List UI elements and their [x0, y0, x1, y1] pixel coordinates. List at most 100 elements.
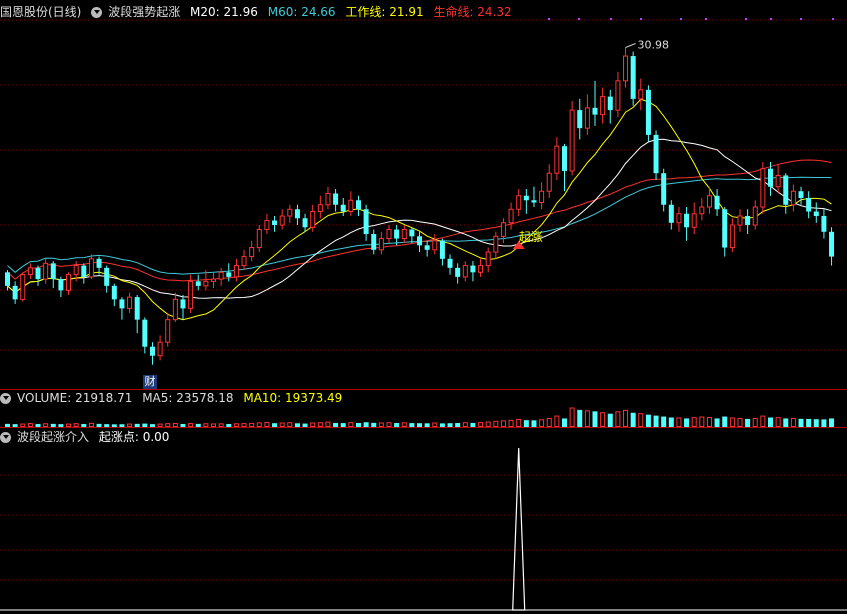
- candle-body: [279, 215, 285, 226]
- volume-bar: [722, 416, 728, 427]
- volume-bar: [165, 423, 171, 427]
- top-marker: [705, 18, 707, 20]
- candle-body: [378, 238, 384, 251]
- top-marker: [640, 18, 642, 20]
- candle-body: [592, 107, 598, 115]
- candle-body: [165, 319, 171, 343]
- kline-chart[interactable]: 30.98 起涨: [0, 0, 847, 614]
- candle-body: [554, 145, 560, 174]
- volume-bar: [233, 423, 239, 427]
- candle-body: [684, 213, 690, 228]
- candle-body: [249, 247, 255, 258]
- candle-body: [348, 199, 354, 213]
- volume-bar: [684, 418, 690, 427]
- candle-body: [394, 229, 400, 239]
- volume-bar: [363, 422, 369, 427]
- volume-bar: [104, 424, 110, 427]
- candle-body: [226, 272, 232, 277]
- volume-bar: [195, 423, 201, 427]
- volume-bar: [43, 423, 49, 427]
- volume-bar: [584, 410, 590, 428]
- candle-body: [775, 174, 781, 188]
- high-pointer: [625, 43, 636, 48]
- volume-bar: [439, 423, 445, 427]
- volume-bar: [615, 411, 621, 427]
- candle-body: [88, 258, 94, 278]
- candle-body: [531, 200, 537, 203]
- candle-body: [340, 204, 346, 212]
- candle-body: [317, 204, 323, 213]
- volume-bar: [294, 423, 300, 427]
- candle-body: [119, 299, 125, 309]
- volume-bar: [149, 424, 155, 427]
- volume-bar: [554, 415, 560, 428]
- volume-bar: [752, 417, 758, 428]
- volume-bar: [401, 422, 407, 428]
- candle-body: [668, 204, 674, 223]
- candle-body: [630, 56, 636, 99]
- candle-body: [584, 107, 590, 129]
- volume-bar: [348, 422, 354, 428]
- candle-body: [417, 236, 423, 246]
- volume-bar: [96, 423, 102, 427]
- volume-bar: [516, 418, 522, 427]
- volume-bar: [600, 412, 606, 427]
- volume-bar: [638, 413, 644, 428]
- volume-bar: [714, 418, 720, 427]
- volume-bar: [783, 418, 789, 427]
- volume-bar: [127, 423, 133, 427]
- candle-body: [355, 200, 361, 210]
- top-marker: [832, 18, 834, 20]
- volume-bar: [607, 413, 613, 427]
- volume-bar: [134, 423, 140, 427]
- volume-bar: [676, 417, 682, 428]
- volume-bar: [424, 423, 430, 427]
- volume-bar: [340, 423, 346, 427]
- volume-bar: [172, 422, 178, 427]
- volume-bar: [470, 422, 476, 427]
- volume-bar: [798, 418, 804, 427]
- volume-bar: [142, 423, 148, 427]
- volume-bar: [775, 417, 781, 428]
- volume-bar: [462, 422, 468, 428]
- signal-label: 起涨: [519, 229, 543, 244]
- candle-body: [638, 89, 644, 100]
- volume-bar: [737, 417, 743, 428]
- volume-bar: [211, 423, 217, 427]
- candle-body: [233, 265, 239, 278]
- candle-body: [195, 281, 201, 286]
- volume-bar: [88, 422, 94, 428]
- volume-bar: [20, 423, 26, 427]
- volume-bar: [813, 419, 819, 427]
- volume-bar: [218, 423, 224, 427]
- top-marker: [578, 18, 580, 20]
- candle-body: [203, 280, 209, 287]
- volume-bar: [623, 409, 629, 427]
- candle-body: [157, 341, 163, 357]
- volume-bar: [241, 423, 247, 427]
- volume-bar: [180, 423, 186, 427]
- volume-bar: [691, 417, 697, 428]
- volume-bar: [432, 422, 438, 428]
- volume-bar: [485, 421, 491, 427]
- candle-body: [478, 265, 484, 273]
- candle-body: [546, 172, 552, 192]
- m20-line: [7, 138, 832, 299]
- volume-bar: [653, 415, 659, 427]
- volume-bar: [386, 422, 392, 428]
- volume-bar: [592, 411, 598, 427]
- volume-bar: [249, 422, 255, 428]
- candle-body: [287, 208, 293, 217]
- candle-body: [66, 274, 72, 291]
- candle-body: [325, 192, 331, 206]
- candle-body: [691, 213, 697, 228]
- candle-body: [768, 168, 773, 187]
- volume-bar: [539, 419, 545, 427]
- candle-body: [508, 208, 514, 224]
- volume-bar: [226, 423, 232, 427]
- volume-bar: [279, 422, 285, 428]
- volume-bar: [325, 421, 331, 427]
- candle-body: [752, 206, 758, 226]
- candle-body: [142, 319, 148, 347]
- candle-body: [43, 262, 49, 280]
